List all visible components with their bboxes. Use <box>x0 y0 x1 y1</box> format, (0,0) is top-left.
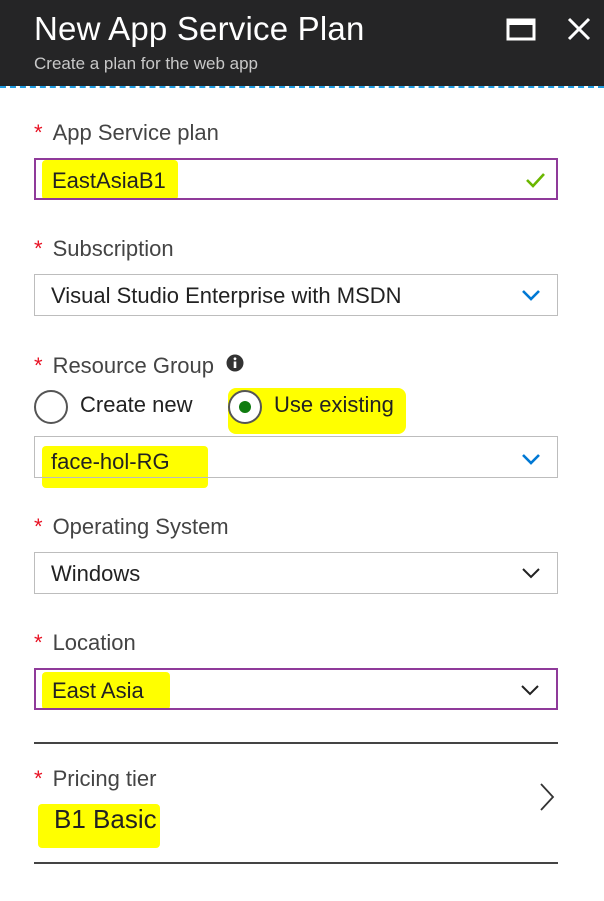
location-label: * Location <box>34 630 136 656</box>
app-service-plan-label: * App Service plan <box>34 120 219 146</box>
resource-group-label-text: Resource Group <box>52 353 214 378</box>
location-value: East Asia <box>52 678 144 703</box>
required-marker: * <box>34 120 43 145</box>
app-service-plan-input[interactable]: EastAsiaB1 <box>34 158 558 200</box>
required-marker: * <box>34 766 43 791</box>
maximize-icon[interactable] <box>504 12 538 46</box>
radio-create-new-label: Create new <box>80 392 193 417</box>
chevron-down-icon <box>520 682 540 698</box>
radio-circle <box>228 390 262 424</box>
header-divider <box>0 86 604 88</box>
section-divider <box>34 862 558 864</box>
radio-use-existing-label: Use existing <box>274 392 394 417</box>
checkmark-icon <box>524 170 546 190</box>
location-dropdown[interactable]: East Asia <box>34 668 558 710</box>
subscription-label-text: Subscription <box>52 236 174 261</box>
radio-create-new[interactable]: Create new <box>34 390 214 426</box>
blade-header: New App Service Plan Create a plan for t… <box>0 0 604 86</box>
resource-group-dropdown[interactable]: face-hol-RG <box>34 436 558 478</box>
operating-system-label: * Operating System <box>34 514 229 540</box>
blade-subtitle: Create a plan for the web app <box>34 54 258 73</box>
close-icon[interactable] <box>562 12 596 46</box>
radio-use-existing[interactable]: Use existing <box>228 390 404 426</box>
app-service-plan-label-text: App Service plan <box>52 120 219 145</box>
pricing-tier-value: B1 Basic <box>54 804 157 834</box>
subscription-dropdown[interactable]: Visual Studio Enterprise with MSDN <box>34 274 558 316</box>
subscription-value: Visual Studio Enterprise with MSDN <box>51 283 402 308</box>
subscription-label: * Subscription <box>34 236 174 262</box>
chevron-down-icon <box>521 451 541 467</box>
chevron-down-icon <box>521 287 541 303</box>
radio-selected-dot <box>239 401 251 413</box>
chevron-right-icon <box>538 782 556 812</box>
radio-circle <box>34 390 68 424</box>
required-marker: * <box>34 630 43 655</box>
pricing-tier-label: * Pricing tier <box>34 766 156 792</box>
operating-system-label-text: Operating System <box>52 514 229 539</box>
resource-group-label: * Resource Group <box>34 352 244 379</box>
operating-system-dropdown[interactable]: Windows <box>34 552 558 594</box>
operating-system-value: Windows <box>51 561 141 586</box>
required-marker: * <box>34 353 43 378</box>
required-marker: * <box>34 236 43 261</box>
pricing-tier-selector[interactable]: * Pricing tier B1 Basic <box>34 744 558 862</box>
blade-title: New App Service Plan <box>34 10 365 47</box>
location-label-text: Location <box>52 630 136 655</box>
info-icon[interactable] <box>226 352 244 372</box>
pricing-tier-label-text: Pricing tier <box>52 766 157 791</box>
app-service-plan-value: EastAsiaB1 <box>52 168 166 193</box>
chevron-down-icon <box>521 565 541 581</box>
required-marker: * <box>34 514 43 539</box>
resource-group-value: face-hol-RG <box>51 449 170 474</box>
